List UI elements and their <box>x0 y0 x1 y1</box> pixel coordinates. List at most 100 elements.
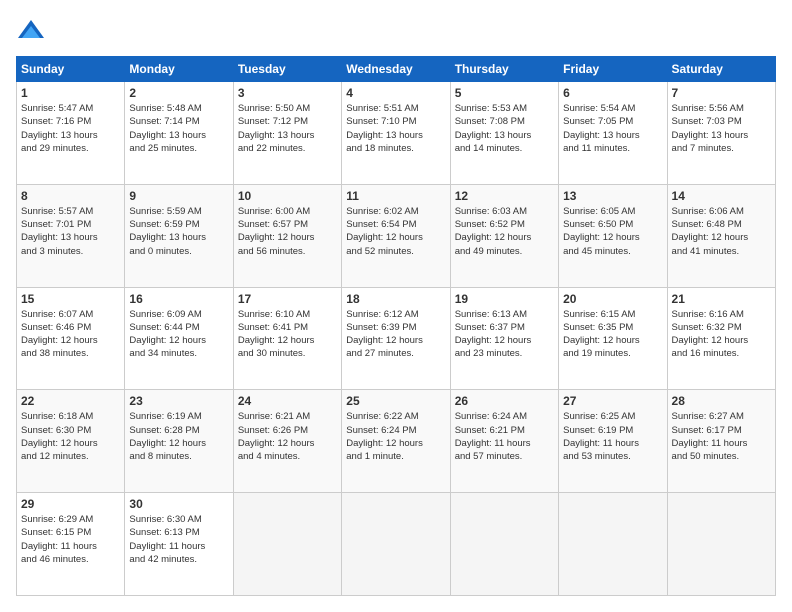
calendar-cell: 30 Sunrise: 6:30 AMSunset: 6:13 PMDayligh… <box>125 493 233 596</box>
day-number: 27 <box>563 394 662 408</box>
day-number: 9 <box>129 189 228 203</box>
day-info: Sunrise: 6:09 AMSunset: 6:44 PMDaylight:… <box>129 308 228 361</box>
day-info: Sunrise: 6:10 AMSunset: 6:41 PMDaylight:… <box>238 308 337 361</box>
calendar-week-2: 8 Sunrise: 5:57 AMSunset: 7:01 PMDaylight… <box>17 184 776 287</box>
col-header-thursday: Thursday <box>450 57 558 82</box>
col-header-monday: Monday <box>125 57 233 82</box>
day-info: Sunrise: 5:56 AMSunset: 7:03 PMDaylight:… <box>672 102 771 155</box>
col-header-friday: Friday <box>559 57 667 82</box>
calendar-cell: 24 Sunrise: 6:21 AMSunset: 6:26 PMDayligh… <box>233 390 341 493</box>
day-number: 11 <box>346 189 445 203</box>
day-number: 30 <box>129 497 228 511</box>
day-number: 24 <box>238 394 337 408</box>
day-number: 18 <box>346 292 445 306</box>
day-info: Sunrise: 6:29 AMSunset: 6:15 PMDaylight:… <box>21 513 120 566</box>
day-info: Sunrise: 6:00 AMSunset: 6:57 PMDaylight:… <box>238 205 337 258</box>
calendar-cell: 12Sunrise: 6:03 AMSunset: 6:52 PMDayligh… <box>450 184 558 287</box>
day-info: Sunrise: 6:03 AMSunset: 6:52 PMDaylight:… <box>455 205 554 258</box>
day-number: 3 <box>238 86 337 100</box>
calendar-cell: 20 Sunrise: 6:15 AMSunset: 6:35 PMDayligh… <box>559 287 667 390</box>
day-number: 22 <box>21 394 120 408</box>
calendar-cell: 28 Sunrise: 6:27 AMSunset: 6:17 PMDayligh… <box>667 390 775 493</box>
calendar-week-5: 29Sunrise: 6:29 AMSunset: 6:15 PMDayligh… <box>17 493 776 596</box>
calendar-cell: 9Sunrise: 5:59 AMSunset: 6:59 PMDaylight… <box>125 184 233 287</box>
day-number: 2 <box>129 86 228 100</box>
day-info: Sunrise: 5:48 AMSunset: 7:14 PMDaylight:… <box>129 102 228 155</box>
day-info: Sunrise: 6:30 AMSunset: 6:13 PMDaylight:… <box>129 513 228 566</box>
calendar-cell: 2 Sunrise: 5:48 AMSunset: 7:14 PMDaylight… <box>125 82 233 185</box>
calendar-cell: 13 Sunrise: 6:05 AMSunset: 6:50 PMDayligh… <box>559 184 667 287</box>
calendar-cell: 16 Sunrise: 6:09 AMSunset: 6:44 PMDayligh… <box>125 287 233 390</box>
calendar-cell: 7 Sunrise: 5:56 AMSunset: 7:03 PMDaylight… <box>667 82 775 185</box>
day-info: Sunrise: 5:53 AMSunset: 7:08 PMDaylight:… <box>455 102 554 155</box>
day-info: Sunrise: 6:18 AMSunset: 6:30 PMDaylight:… <box>21 410 120 463</box>
calendar-cell: 25 Sunrise: 6:22 AMSunset: 6:24 PMDayligh… <box>342 390 450 493</box>
day-info: Sunrise: 6:15 AMSunset: 6:35 PMDaylight:… <box>563 308 662 361</box>
day-number: 26 <box>455 394 554 408</box>
calendar-cell <box>233 493 341 596</box>
calendar-cell: 14 Sunrise: 6:06 AMSunset: 6:48 PMDayligh… <box>667 184 775 287</box>
calendar-week-4: 22 Sunrise: 6:18 AMSunset: 6:30 PMDayligh… <box>17 390 776 493</box>
day-info: Sunrise: 5:57 AMSunset: 7:01 PMDaylight:… <box>21 205 120 258</box>
day-info: Sunrise: 6:16 AMSunset: 6:32 PMDaylight:… <box>672 308 771 361</box>
day-info: Sunrise: 6:06 AMSunset: 6:48 PMDaylight:… <box>672 205 771 258</box>
logo-icon <box>16 16 46 46</box>
day-info: Sunrise: 5:47 AMSunset: 7:16 PMDaylight:… <box>21 102 120 155</box>
day-number: 10 <box>238 189 337 203</box>
day-info: Sunrise: 6:27 AMSunset: 6:17 PMDaylight:… <box>672 410 771 463</box>
calendar-cell <box>342 493 450 596</box>
calendar-cell: 21 Sunrise: 6:16 AMSunset: 6:32 PMDayligh… <box>667 287 775 390</box>
day-number: 4 <box>346 86 445 100</box>
day-number: 23 <box>129 394 228 408</box>
calendar-cell: 1 Sunrise: 5:47 AMSunset: 7:16 PMDaylight… <box>17 82 125 185</box>
calendar-cell: 29Sunrise: 6:29 AMSunset: 6:15 PMDayligh… <box>17 493 125 596</box>
day-number: 5 <box>455 86 554 100</box>
calendar-cell: 4 Sunrise: 5:51 AMSunset: 7:10 PMDaylight… <box>342 82 450 185</box>
calendar-cell <box>667 493 775 596</box>
calendar-cell: 23 Sunrise: 6:19 AMSunset: 6:28 PMDayligh… <box>125 390 233 493</box>
calendar-cell <box>559 493 667 596</box>
day-info: Sunrise: 6:22 AMSunset: 6:24 PMDaylight:… <box>346 410 445 463</box>
day-number: 6 <box>563 86 662 100</box>
col-header-tuesday: Tuesday <box>233 57 341 82</box>
col-header-saturday: Saturday <box>667 57 775 82</box>
calendar-cell: 18 Sunrise: 6:12 AMSunset: 6:39 PMDayligh… <box>342 287 450 390</box>
header <box>16 16 776 46</box>
page: SundayMondayTuesdayWednesdayThursdayFrid… <box>0 0 792 612</box>
day-info: Sunrise: 6:02 AMSunset: 6:54 PMDaylight:… <box>346 205 445 258</box>
day-number: 8 <box>21 189 120 203</box>
day-number: 7 <box>672 86 771 100</box>
calendar-cell: 6 Sunrise: 5:54 AMSunset: 7:05 PMDaylight… <box>559 82 667 185</box>
day-info: Sunrise: 5:50 AMSunset: 7:12 PMDaylight:… <box>238 102 337 155</box>
calendar-cell: 8 Sunrise: 5:57 AMSunset: 7:01 PMDaylight… <box>17 184 125 287</box>
day-info: Sunrise: 6:21 AMSunset: 6:26 PMDaylight:… <box>238 410 337 463</box>
day-info: Sunrise: 5:51 AMSunset: 7:10 PMDaylight:… <box>346 102 445 155</box>
calendar-week-1: 1 Sunrise: 5:47 AMSunset: 7:16 PMDaylight… <box>17 82 776 185</box>
day-number: 25 <box>346 394 445 408</box>
calendar-cell: 15Sunrise: 6:07 AMSunset: 6:46 PMDayligh… <box>17 287 125 390</box>
calendar-cell: 19 Sunrise: 6:13 AMSunset: 6:37 PMDayligh… <box>450 287 558 390</box>
day-number: 28 <box>672 394 771 408</box>
day-number: 15 <box>21 292 120 306</box>
day-info: Sunrise: 5:54 AMSunset: 7:05 PMDaylight:… <box>563 102 662 155</box>
day-number: 13 <box>563 189 662 203</box>
day-info: Sunrise: 6:24 AMSunset: 6:21 PMDaylight:… <box>455 410 554 463</box>
calendar-cell: 5 Sunrise: 5:53 AMSunset: 7:08 PMDaylight… <box>450 82 558 185</box>
calendar-week-3: 15Sunrise: 6:07 AMSunset: 6:46 PMDayligh… <box>17 287 776 390</box>
day-info: Sunrise: 6:19 AMSunset: 6:28 PMDaylight:… <box>129 410 228 463</box>
day-info: Sunrise: 6:13 AMSunset: 6:37 PMDaylight:… <box>455 308 554 361</box>
day-number: 14 <box>672 189 771 203</box>
day-info: Sunrise: 6:12 AMSunset: 6:39 PMDaylight:… <box>346 308 445 361</box>
day-info: Sunrise: 6:25 AMSunset: 6:19 PMDaylight:… <box>563 410 662 463</box>
calendar-cell: 27 Sunrise: 6:25 AMSunset: 6:19 PMDayligh… <box>559 390 667 493</box>
day-info: Sunrise: 6:05 AMSunset: 6:50 PMDaylight:… <box>563 205 662 258</box>
calendar-cell: 26 Sunrise: 6:24 AMSunset: 6:21 PMDayligh… <box>450 390 558 493</box>
calendar-cell <box>450 493 558 596</box>
day-number: 16 <box>129 292 228 306</box>
day-number: 20 <box>563 292 662 306</box>
logo <box>16 16 50 46</box>
day-number: 19 <box>455 292 554 306</box>
day-number: 21 <box>672 292 771 306</box>
calendar-cell: 17Sunrise: 6:10 AMSunset: 6:41 PMDayligh… <box>233 287 341 390</box>
day-number: 1 <box>21 86 120 100</box>
